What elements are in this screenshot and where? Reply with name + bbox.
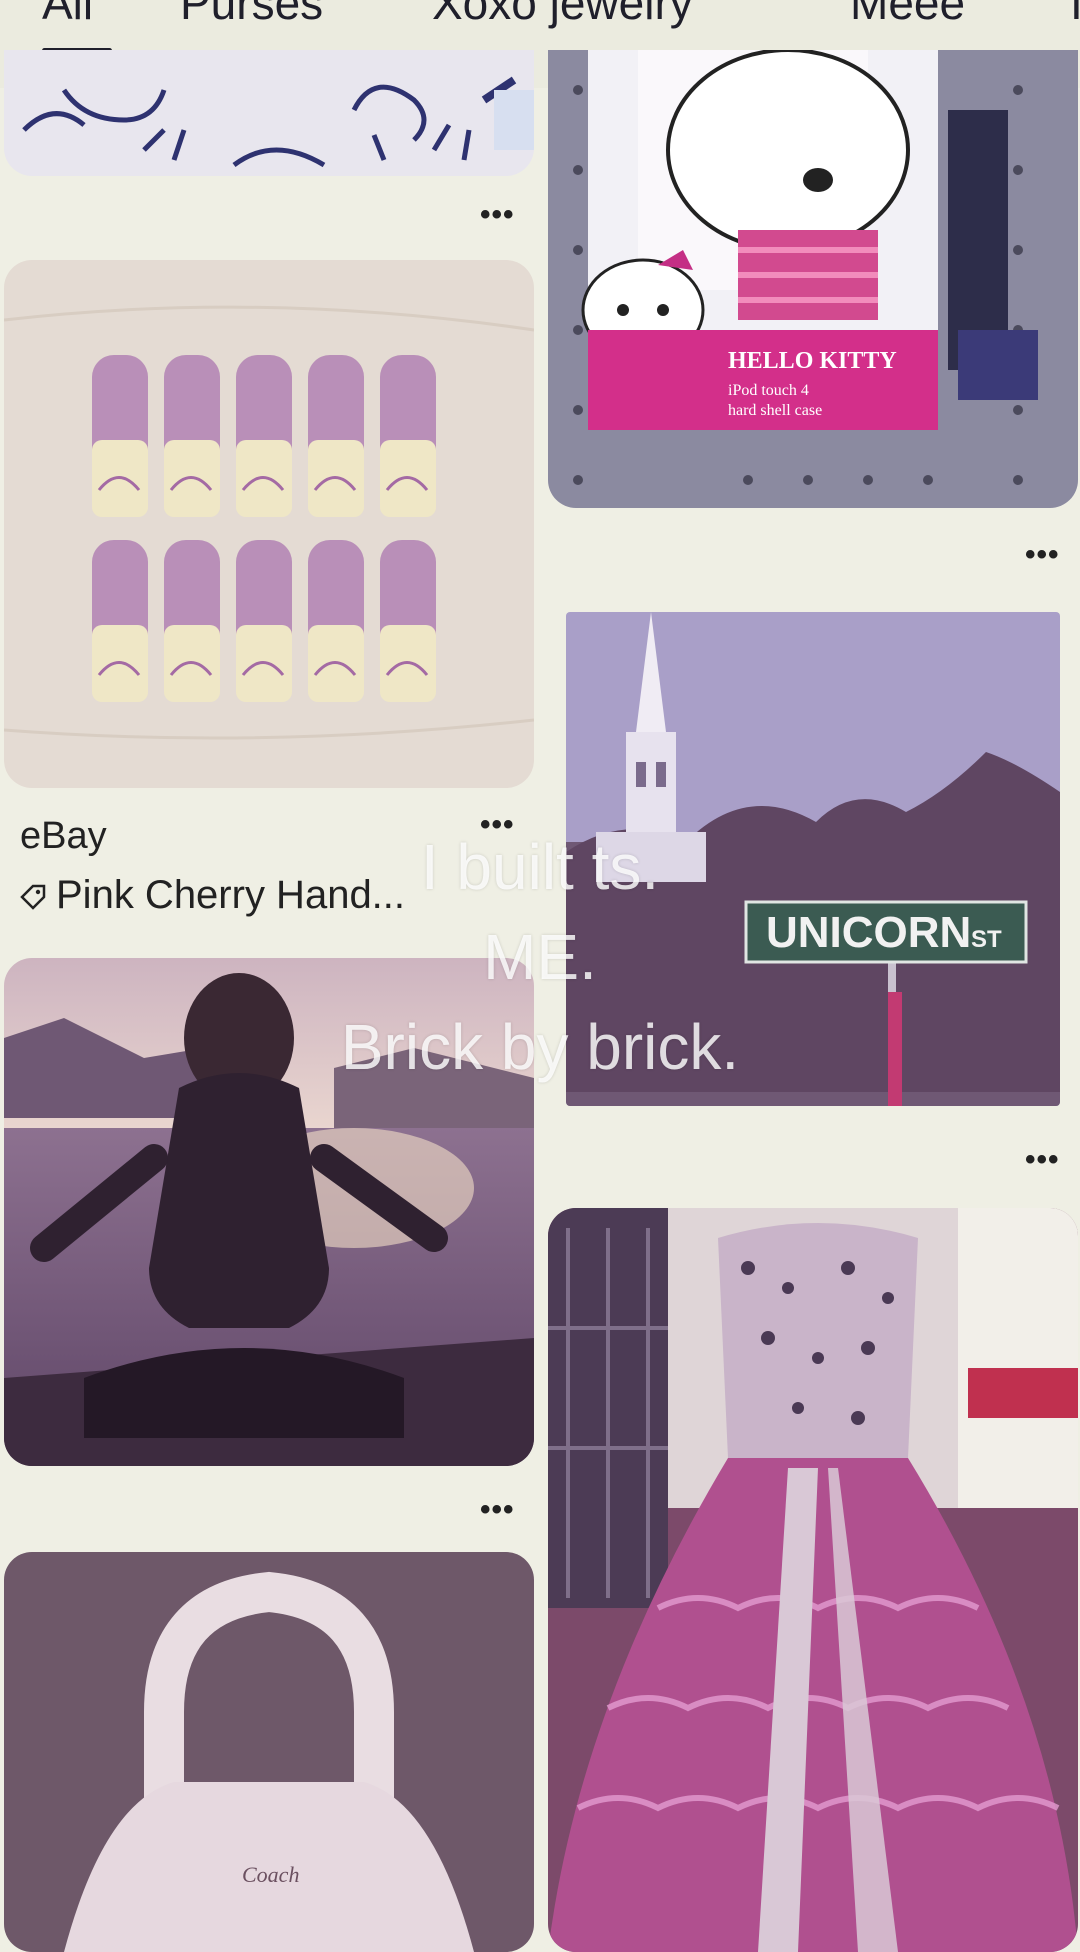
purse-image: Coach [4, 1552, 534, 1952]
purse-brand-text: Coach [242, 1862, 299, 1887]
more-options-icon[interactable]: ••• [1025, 540, 1060, 570]
tab-all[interactable]: All [42, 0, 93, 30]
case-product-text-2: hard shell case [728, 402, 822, 419]
more-options-icon[interactable]: ••• [1025, 1145, 1060, 1175]
more-options-icon[interactable]: ••• [480, 200, 515, 230]
overlay-caption-line-3: Brick by brick. [340, 1011, 740, 1083]
hello-kitty-case-image: HELLO KITTY iPod touch 4 hard shell case [548, 50, 1078, 508]
sketch-image [4, 50, 534, 176]
nails-image [4, 260, 534, 788]
tab-meee[interactable]: Meee [850, 0, 965, 30]
tab-purses[interactable]: Purses [180, 0, 323, 30]
pin-nails[interactable] [4, 260, 534, 788]
pin-hello-kitty-case[interactable]: HELLO KITTY iPod touch 4 hard shell case [548, 50, 1078, 508]
case-brand-text: HELLO KITTY [728, 348, 897, 374]
tab-xoxo-jewelry[interactable]: Xoxo jewelry [432, 0, 693, 30]
pin-purse[interactable]: Coach [4, 1552, 534, 1952]
overlay-caption-line-1: I built ts. [420, 831, 660, 903]
dress-image [548, 1208, 1078, 1952]
tab-overflow[interactable]: I [1070, 0, 1080, 30]
pin-sketch[interactable] [4, 50, 534, 176]
more-options-icon[interactable]: ••• [480, 1495, 515, 1525]
case-product-text: iPod touch 4 [728, 382, 809, 399]
pin-dress[interactable] [548, 1208, 1078, 1952]
overlay-caption-line-2: ME. [483, 921, 597, 993]
